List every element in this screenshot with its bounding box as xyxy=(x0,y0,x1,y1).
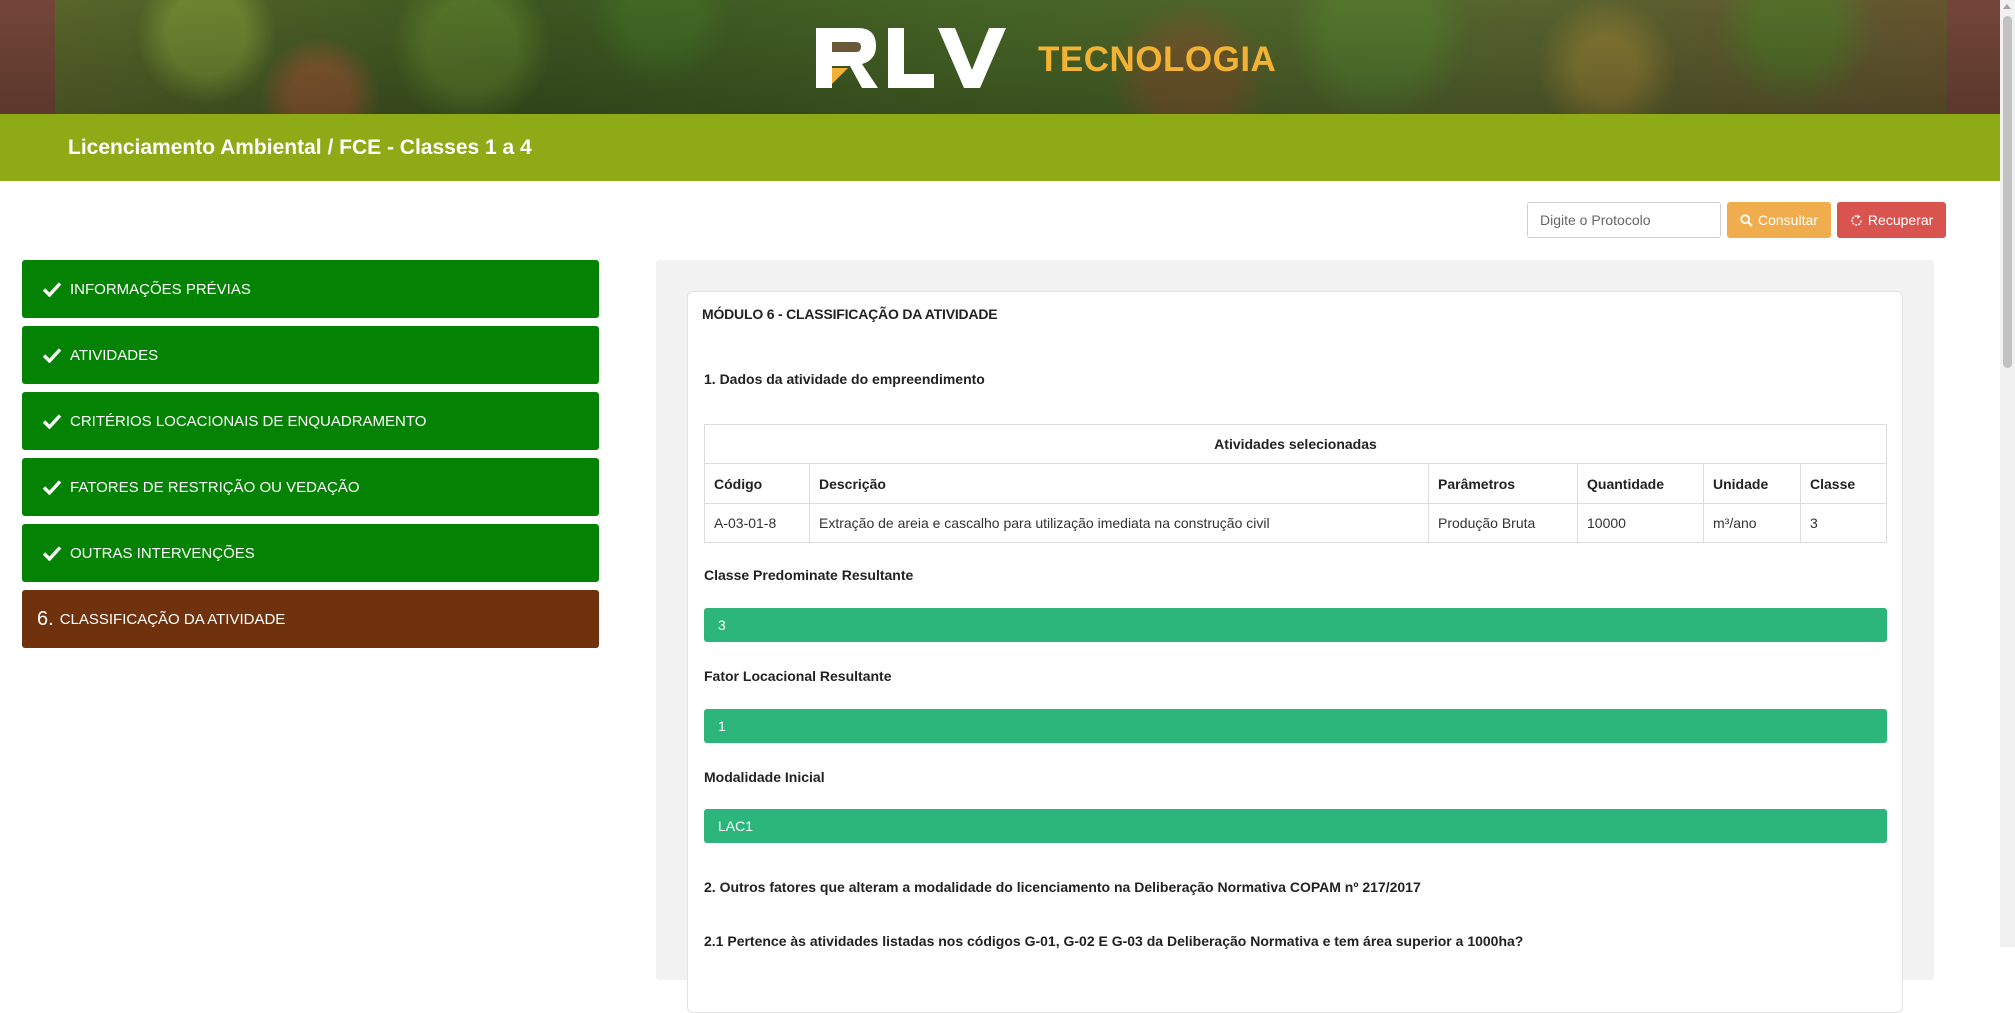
modalidade-label: Modalidade Inicial xyxy=(704,769,825,785)
scroll-up-icon[interactable] xyxy=(2003,4,2011,9)
table-cell: m³/ano xyxy=(1703,503,1801,543)
title-bar: Licenciamento Ambiental / FCE - Classes … xyxy=(0,114,2000,181)
col-header: Classe xyxy=(1800,463,1887,504)
step-label: CLASSIFICAÇÃO DA ATIVIDADE xyxy=(59,610,286,628)
col-header: Código xyxy=(704,463,810,504)
step-label: CRITÉRIOS LOCACIONAIS DE ENQUADRAMENTO xyxy=(70,412,427,430)
consult-button[interactable]: Consultar xyxy=(1727,202,1831,238)
step-number: 6. xyxy=(37,607,54,630)
section-2-title: 2. Outros fatores que alteram a modalida… xyxy=(704,879,1421,895)
recover-button[interactable]: Recuperar xyxy=(1836,202,1947,238)
table-cell: A-03-01-8 xyxy=(704,503,810,543)
col-header: Quantidade xyxy=(1577,463,1704,504)
section-1-title: 1. Dados da atividade do empreendimento xyxy=(704,371,985,387)
activities-table: Atividades selecionadas Código Descrição… xyxy=(704,424,1887,543)
step-fatores-restricao[interactable]: FATORES DE RESTRIÇÃO OU VEDAÇÃO xyxy=(22,458,599,516)
table-cell: Extração de areia e cascalho para utiliz… xyxy=(809,503,1429,543)
brand-logo: TECNOLOGIA xyxy=(814,22,1276,92)
step-classificacao-atividade[interactable]: 6. CLASSIFICAÇÃO DA ATIVIDADE xyxy=(22,590,599,648)
step-label: ATIVIDADES xyxy=(70,346,159,364)
modalidade-result: LAC1 xyxy=(704,809,1887,843)
table-row: A-03-01-8 Extração de areia e cascalho p… xyxy=(704,503,1887,543)
table-cell: Produção Bruta xyxy=(1428,503,1578,543)
step-label: INFORMAÇÕES PRÉVIAS xyxy=(70,280,251,298)
header-banner: TECNOLOGIA xyxy=(0,0,2000,114)
rlv-logo xyxy=(814,24,1012,90)
check-icon xyxy=(42,546,62,561)
classe-label: Classe Predominate Resultante xyxy=(704,567,914,583)
step-atividades[interactable]: ATIVIDADES xyxy=(22,326,599,384)
refresh-icon xyxy=(1851,214,1862,226)
module-card: MÓDULO 6 - CLASSIFICAÇÃO DA ATIVIDADE 1.… xyxy=(687,291,1903,1013)
check-icon xyxy=(42,282,62,297)
fator-label: Fator Locacional Resultante xyxy=(704,668,892,684)
table-cell: 10000 xyxy=(1577,503,1704,543)
search-icon xyxy=(1740,213,1753,227)
steps-sidebar: INFORMAÇÕES PRÉVIAS ATIVIDADES CRITÉRIOS… xyxy=(22,260,599,656)
step-criterios-locacionais[interactable]: CRITÉRIOS LOCACIONAIS DE ENQUADRAMENTO xyxy=(22,392,599,450)
page-title: Licenciamento Ambiental / FCE - Classes … xyxy=(68,136,532,159)
consult-button-label: Consultar xyxy=(1758,212,1818,228)
check-icon xyxy=(42,414,62,429)
col-header: Descrição xyxy=(809,463,1429,504)
module-title: MÓDULO 6 - CLASSIFICAÇÃO DA ATIVIDADE xyxy=(702,306,998,322)
fator-result: 1 xyxy=(704,709,1887,743)
table-cell: 3 xyxy=(1800,503,1887,543)
table-caption: Atividades selecionadas xyxy=(704,424,1887,464)
step-label: OUTRAS INTERVENÇÕES xyxy=(70,544,255,562)
check-icon xyxy=(42,480,62,495)
table-header-row: Código Descrição Parâmetros Quantidade U… xyxy=(704,463,1887,504)
scroll-thumb[interactable] xyxy=(2003,16,2012,368)
check-icon xyxy=(42,348,62,363)
brand-tagline: TECNOLOGIA xyxy=(1038,40,1277,79)
content-panel: MÓDULO 6 - CLASSIFICAÇÃO DA ATIVIDADE 1.… xyxy=(656,260,1934,1013)
recover-button-label: Recuperar xyxy=(1867,212,1934,228)
col-header: Parâmetros xyxy=(1428,463,1578,504)
protocol-input[interactable] xyxy=(1527,202,1721,238)
col-header: Unidade xyxy=(1703,463,1801,504)
page-scrollbar[interactable] xyxy=(2000,0,2015,947)
protocol-search: Consultar Recuperar xyxy=(1527,202,1947,238)
step-outras-intervencoes[interactable]: OUTRAS INTERVENÇÕES xyxy=(22,524,599,582)
classe-result: 3 xyxy=(704,608,1887,642)
step-informacoes-previas[interactable]: INFORMAÇÕES PRÉVIAS xyxy=(22,260,599,318)
step-label: FATORES DE RESTRIÇÃO OU VEDAÇÃO xyxy=(70,478,360,496)
